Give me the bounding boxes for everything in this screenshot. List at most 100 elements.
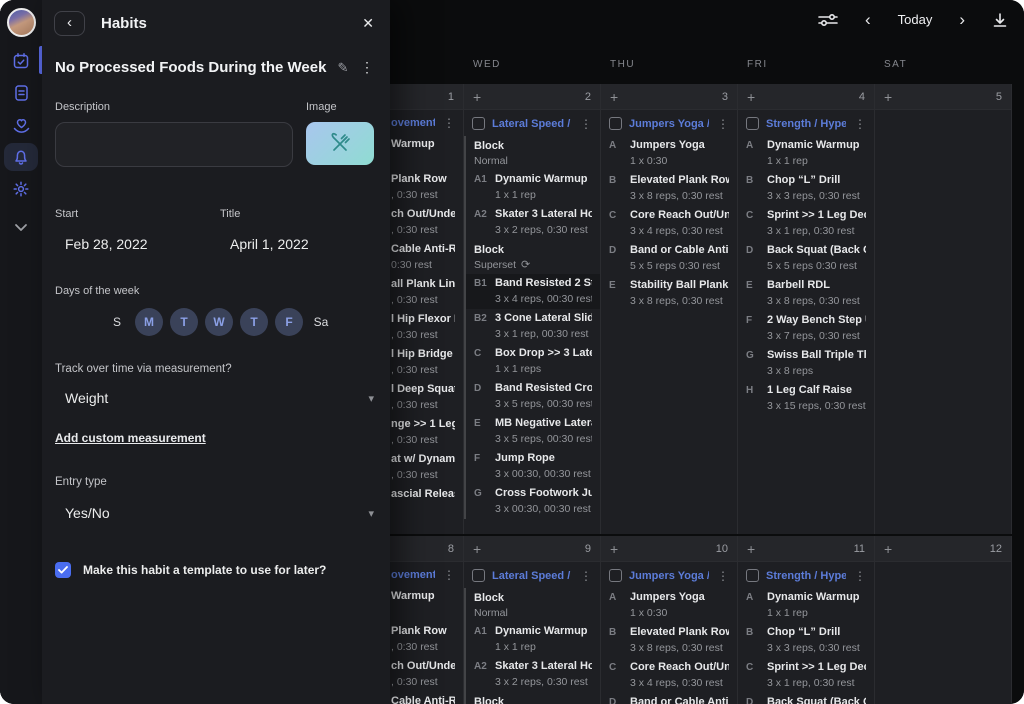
exercise-entry[interactable]: BChop “L” Drill3 x 3 reps, 0:30 rest: [738, 623, 874, 658]
workout-title[interactable]: ovement Q...: [391, 117, 435, 129]
exercise-entry[interactable]: BChop “L” Drill3 x 3 reps, 0:30 rest: [738, 171, 874, 206]
kebab-icon[interactable]: ⋮: [853, 118, 867, 130]
day-cell: +3Jumpers Yoga / Core⋮AJumpers Yoga1 x 0…: [601, 84, 738, 534]
exercise-entry[interactable]: BElevated Plank Row3 x 8 reps, 0:30 rest: [601, 171, 737, 206]
day-chip-f[interactable]: F: [275, 308, 303, 336]
exercise-entry[interactable]: CSprint >> 1 Leg Declarations3 x 1 rep, …: [738, 206, 874, 241]
add-event-icon[interactable]: +: [610, 542, 618, 556]
exercise-entry[interactable]: CCore Reach Out/Under3 x 4 reps, 0:30 re…: [601, 206, 737, 241]
workout-title[interactable]: Strength / Hypertro...: [766, 118, 846, 130]
kebab-icon[interactable]: ⋮: [442, 117, 456, 129]
sidebar-item-documents[interactable]: [4, 79, 38, 107]
exercise-entry[interactable]: FJump Rope3 x 00:30, 00:30 rest: [466, 449, 600, 484]
back-button[interactable]: ‹: [54, 11, 85, 36]
habit-image[interactable]: [306, 122, 374, 165]
exercise-entry[interactable]: CBox Drop >> 3 Lateral H...1 x 1 reps: [466, 344, 600, 379]
close-icon[interactable]: ✕: [362, 15, 374, 32]
exercise-entry[interactable]: A2Skater 3 Lateral Hops >> ...3 x 2 reps…: [466, 205, 600, 240]
workout-title[interactable]: Strength / Hypertro...: [766, 570, 846, 582]
workout-checkbox[interactable]: [472, 117, 485, 130]
measurement-select[interactable]: Weight ▾: [55, 390, 374, 406]
exercise-entry[interactable]: EBarbell RDL3 x 8 reps, 0:30 rest: [738, 276, 874, 311]
workout-title[interactable]: Jumpers Yoga / Core: [629, 570, 709, 582]
pencil-icon[interactable]: ✎: [337, 60, 348, 76]
add-event-icon[interactable]: +: [473, 90, 481, 104]
exercise-entry[interactable]: A1Dynamic Warmup1 x 1 rep: [466, 170, 600, 205]
exercise-entry[interactable]: B1Band Resisted 2 Step Late...3 x 4 reps…: [466, 274, 600, 309]
add-event-icon[interactable]: +: [884, 90, 892, 104]
day-chips: SMTWTFSa: [106, 308, 390, 336]
habit-kebab-icon[interactable]: ⋮: [360, 59, 374, 76]
add-custom-measurement-link[interactable]: Add custom measurement: [55, 431, 206, 445]
sidebar-item-health[interactable]: [4, 111, 38, 139]
exercise-entry[interactable]: EStability Ball Plank Linear ...3 x 8 re…: [601, 276, 737, 311]
workout-checkbox[interactable]: [609, 117, 622, 130]
exercise-entry[interactable]: CSprint >> 1 Leg Declarations3 x 1 rep, …: [738, 658, 874, 693]
exercise-entry[interactable]: B23 Cone Lateral Slide3 x 1 rep, 00:30 r…: [466, 309, 600, 344]
end-date-value[interactable]: April 1, 2022: [220, 236, 309, 252]
download-icon[interactable]: [992, 12, 1008, 28]
exercise-entry[interactable]: ADynamic Warmup1 x 1 rep: [738, 136, 874, 171]
add-event-icon[interactable]: +: [473, 542, 481, 556]
workout-checkbox[interactable]: [472, 569, 485, 582]
entry-type-select[interactable]: Yes/No ▾: [55, 505, 374, 521]
template-checkbox[interactable]: [55, 562, 71, 578]
kebab-icon[interactable]: ⋮: [579, 570, 593, 582]
exercise-entry[interactable]: A1Dynamic Warmup1 x 1 rep: [466, 622, 600, 657]
exercise-entry[interactable]: F2 Way Bench Step Up3 x 7 reps, 0:30 res…: [738, 311, 874, 346]
exercise-entry[interactable]: DBack Squat (Back Off Set): [738, 693, 874, 704]
exercise-entry[interactable]: A2Skater 3 Lateral Hops >> ...3 x 2 reps…: [466, 657, 600, 692]
day-chip-t[interactable]: T: [240, 308, 268, 336]
exercise-detail: 1 x 0:30: [630, 155, 729, 167]
kebab-icon[interactable]: ⋮: [579, 118, 593, 130]
exercise-entry[interactable]: DBand or Cable Anti Rotati...5 x 5 reps …: [601, 241, 737, 276]
kebab-icon[interactable]: ⋮: [442, 569, 456, 581]
workout-title[interactable]: Lateral Speed / Plyo: [492, 570, 572, 582]
exercise-detail: , 0:30 rest: [391, 329, 455, 341]
day-chip-s[interactable]: S: [106, 308, 128, 336]
workout-checkbox[interactable]: [746, 569, 759, 582]
kebab-icon[interactable]: ⋮: [716, 118, 730, 130]
workout-title[interactable]: ovement Q...: [391, 569, 435, 581]
sidebar-expand[interactable]: [4, 213, 38, 241]
add-event-icon[interactable]: +: [610, 90, 618, 104]
add-event-icon[interactable]: +: [884, 542, 892, 556]
sidebar-item-habits[interactable]: [4, 143, 38, 171]
day-chip-t[interactable]: T: [170, 308, 198, 336]
exercise-entry[interactable]: CCore Reach Out/Under3 x 4 reps, 0:30 re…: [601, 658, 737, 693]
workout-checkbox[interactable]: [609, 569, 622, 582]
today-button[interactable]: Today: [898, 12, 933, 27]
workout-checkbox[interactable]: [746, 117, 759, 130]
exercise-label: A1: [474, 625, 495, 653]
start-date-value[interactable]: Feb 28, 2022: [55, 236, 220, 252]
sidebar-item-settings[interactable]: [4, 175, 38, 203]
exercise-entry[interactable]: EMB Negative Lateral Hop...3 x 5 reps, 0…: [466, 414, 600, 449]
filters-icon[interactable]: [818, 13, 838, 27]
exercise-label: B: [609, 174, 630, 202]
description-input[interactable]: [55, 122, 293, 167]
exercise-entry[interactable]: H1 Leg Calf Raise3 x 15 reps, 0:30 rest: [738, 381, 874, 416]
kebab-icon[interactable]: ⋮: [853, 570, 867, 582]
exercise-entry[interactable]: BElevated Plank Row3 x 8 reps, 0:30 rest: [601, 623, 737, 658]
workout-title[interactable]: Lateral Speed / Plyo: [492, 118, 572, 130]
sidebar-item-calendar[interactable]: [4, 47, 38, 75]
exercise-entry[interactable]: DBack Squat (Back Off Set)5 x 5 reps 0:3…: [738, 241, 874, 276]
exercise-entry[interactable]: DBand Resisted Crossover...3 x 5 reps, 0…: [466, 379, 600, 414]
add-event-icon[interactable]: +: [747, 542, 755, 556]
kebab-icon[interactable]: ⋮: [716, 570, 730, 582]
day-chip-m[interactable]: M: [135, 308, 163, 336]
day-chip-w[interactable]: W: [205, 308, 233, 336]
exercise-entry[interactable]: DBand or Cable Anti Rotati...: [601, 693, 737, 704]
exercise-entry[interactable]: AJumpers Yoga1 x 0:30: [601, 136, 737, 171]
date-number: 5: [996, 91, 1002, 103]
prev-week-icon[interactable]: ‹: [865, 11, 871, 28]
exercise-entry[interactable]: ADynamic Warmup1 x 1 rep: [738, 588, 874, 623]
exercise-entry[interactable]: GCross Footwork Jump Rope3 x 00:30, 00:3…: [466, 484, 600, 519]
add-event-icon[interactable]: +: [747, 90, 755, 104]
avatar[interactable]: [7, 8, 36, 37]
exercise-entry[interactable]: AJumpers Yoga1 x 0:30: [601, 588, 737, 623]
exercise-entry[interactable]: GSwiss Ball Triple Threat3 x 8 reps: [738, 346, 874, 381]
workout-title[interactable]: Jumpers Yoga / Core: [629, 118, 709, 130]
next-week-icon[interactable]: ›: [959, 11, 965, 28]
day-chip-sa[interactable]: Sa: [310, 308, 332, 336]
